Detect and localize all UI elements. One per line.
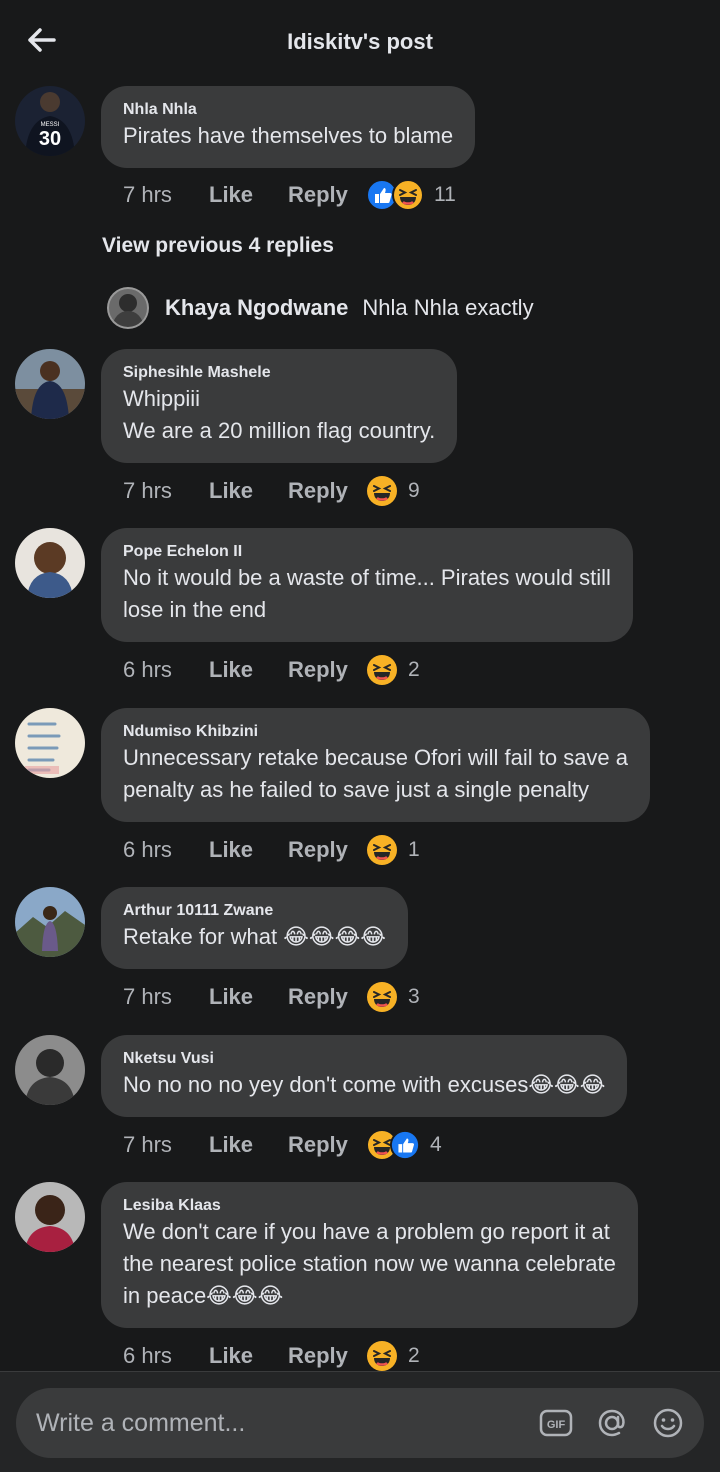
reply-button[interactable]: Reply	[288, 657, 366, 683]
reactions[interactable]: 2	[366, 1340, 420, 1372]
comment-author[interactable]: Pope Echelon II	[123, 542, 611, 562]
comment-time[interactable]: 7 hrs	[123, 984, 209, 1010]
comment-text: Whippiii We are a 20 million flag countr…	[123, 386, 436, 443]
comment-text: Retake for what 😂😂😂😂	[123, 924, 387, 949]
like-button[interactable]: Like	[209, 1343, 288, 1369]
comment-meta: 7 hrs Like Reply 3	[123, 982, 420, 1012]
svg-text:GIF: GIF	[547, 1419, 566, 1431]
at-icon[interactable]	[594, 1405, 630, 1441]
avatar[interactable]	[15, 528, 85, 598]
comment-author[interactable]: Siphesihle Mashele	[123, 363, 435, 383]
comment-text: Unnecessary retake because Ofori will fa…	[123, 745, 629, 802]
comment-text: Pirates have themselves to blame	[123, 123, 454, 148]
reaction-count: 3	[408, 985, 420, 1008]
comment-bubble[interactable]: Pope Echelon II No it would be a waste o…	[101, 528, 633, 642]
reactions[interactable]: 1	[366, 834, 420, 866]
comment-text: No no no no yey don't come with excuses😂…	[123, 1072, 606, 1097]
comment-time[interactable]: 6 hrs	[123, 657, 209, 683]
back-arrow-icon[interactable]	[20, 20, 64, 60]
reaction-count: 9	[408, 479, 420, 502]
like-button[interactable]: Like	[209, 182, 288, 208]
reply-button[interactable]: Reply	[288, 837, 366, 863]
reply-author[interactable]: Khaya Ngodwane	[165, 295, 348, 321]
nested-reply: Khaya Ngodwane Nhla Nhla exactly	[107, 286, 534, 330]
reactions[interactable]: 11	[366, 179, 456, 211]
comment-text: No it would be a waste of time... Pirate…	[123, 565, 611, 622]
avatar[interactable]	[107, 287, 149, 329]
emoji-icon[interactable]	[650, 1405, 686, 1441]
comment-bubble[interactable]: Nketsu Vusi No no no no yey don't come w…	[101, 1035, 628, 1117]
comment-bubble[interactable]: Siphesihle Mashele Whippiii We are a 20 …	[101, 349, 458, 463]
comment-time[interactable]: 7 hrs	[123, 1132, 209, 1158]
haha-reaction-icon	[367, 655, 397, 685]
comment-bubble[interactable]: Nhla Nhla Pirates have themselves to bla…	[101, 86, 476, 168]
avatar[interactable]	[15, 887, 85, 957]
avatar[interactable]	[15, 1182, 85, 1252]
reply-button[interactable]: Reply	[288, 984, 366, 1010]
like-button[interactable]: Like	[209, 657, 288, 683]
haha-reaction-icon	[367, 982, 397, 1012]
comment-text: We don't care if you have a problem go r…	[123, 1219, 616, 1308]
reaction-count: 2	[408, 1344, 420, 1367]
reply-text: Nhla Nhla exactly	[362, 295, 534, 320]
post-comments-screen: Idiskitv's post MESSI 30 Nhla Nhla Pirat…	[0, 0, 720, 1472]
haha-reaction-icon	[392, 179, 424, 211]
haha-reaction-icon	[367, 1341, 397, 1371]
svg-text:30: 30	[39, 128, 61, 150]
reply-button[interactable]: Reply	[288, 478, 366, 504]
haha-reaction-icon	[367, 835, 397, 865]
like-button[interactable]: Like	[209, 1132, 288, 1158]
comment-bubble[interactable]: Lesiba Klaas We don't care if you have a…	[101, 1182, 638, 1328]
comment-meta: 6 hrs Like Reply 2	[123, 1341, 420, 1371]
comment-input[interactable]	[36, 1408, 518, 1438]
avatar[interactable]	[15, 1035, 85, 1105]
comment-composer: GIF	[16, 1388, 704, 1458]
avatar[interactable]	[15, 708, 85, 778]
reactions[interactable]: 3	[366, 981, 420, 1013]
like-reaction-icon	[390, 1130, 420, 1160]
like-button[interactable]: Like	[209, 984, 288, 1010]
comment-bubble[interactable]: Ndumiso Khibzini Unnecessary retake beca…	[101, 708, 651, 822]
comment-author[interactable]: Nketsu Vusi	[123, 1049, 605, 1069]
avatar[interactable]: MESSI 30	[15, 86, 85, 156]
comment-meta: 6 hrs Like Reply 1	[123, 835, 420, 865]
reply-button[interactable]: Reply	[288, 1132, 366, 1158]
comment-author[interactable]: Ndumiso Khibzini	[123, 722, 628, 742]
comment-time[interactable]: 6 hrs	[123, 1343, 209, 1369]
haha-reaction-icon	[367, 476, 397, 506]
comment-meta: 7 hrs Like Reply 11	[123, 179, 456, 211]
reaction-count: 11	[434, 183, 456, 206]
reactions[interactable]: 2	[366, 654, 420, 686]
comment-author[interactable]: Nhla Nhla	[123, 100, 453, 120]
reply-button[interactable]: Reply	[288, 1343, 366, 1369]
like-button[interactable]: Like	[209, 837, 288, 863]
reaction-count: 2	[408, 658, 420, 681]
comment-time[interactable]: 7 hrs	[123, 182, 209, 208]
comment-author[interactable]: Arthur 10111 Zwane	[123, 901, 386, 921]
gif-icon[interactable]: GIF	[538, 1405, 574, 1441]
reaction-count: 4	[430, 1133, 442, 1156]
comment-author[interactable]: Lesiba Klaas	[123, 1196, 616, 1216]
like-button[interactable]: Like	[209, 478, 288, 504]
comment-time[interactable]: 7 hrs	[123, 478, 209, 504]
reaction-count: 1	[408, 838, 420, 861]
header: Idiskitv's post	[0, 0, 720, 86]
view-previous-replies-link[interactable]: View previous 4 replies	[102, 234, 334, 258]
page-title: Idiskitv's post	[287, 29, 433, 54]
comment-bubble[interactable]: Arthur 10111 Zwane Retake for what 😂😂😂😂	[101, 887, 409, 969]
comment-meta: 7 hrs Like Reply 4	[123, 1129, 442, 1161]
comment-time[interactable]: 6 hrs	[123, 837, 209, 863]
reactions[interactable]: 4	[366, 1129, 442, 1161]
reactions[interactable]: 9	[366, 475, 420, 507]
avatar[interactable]	[15, 349, 85, 419]
comment-meta: 7 hrs Like Reply 9	[123, 476, 420, 506]
comment-composer-bar: GIF	[0, 1371, 720, 1472]
comment-meta: 6 hrs Like Reply 2	[123, 655, 420, 685]
reply-button[interactable]: Reply	[288, 182, 366, 208]
